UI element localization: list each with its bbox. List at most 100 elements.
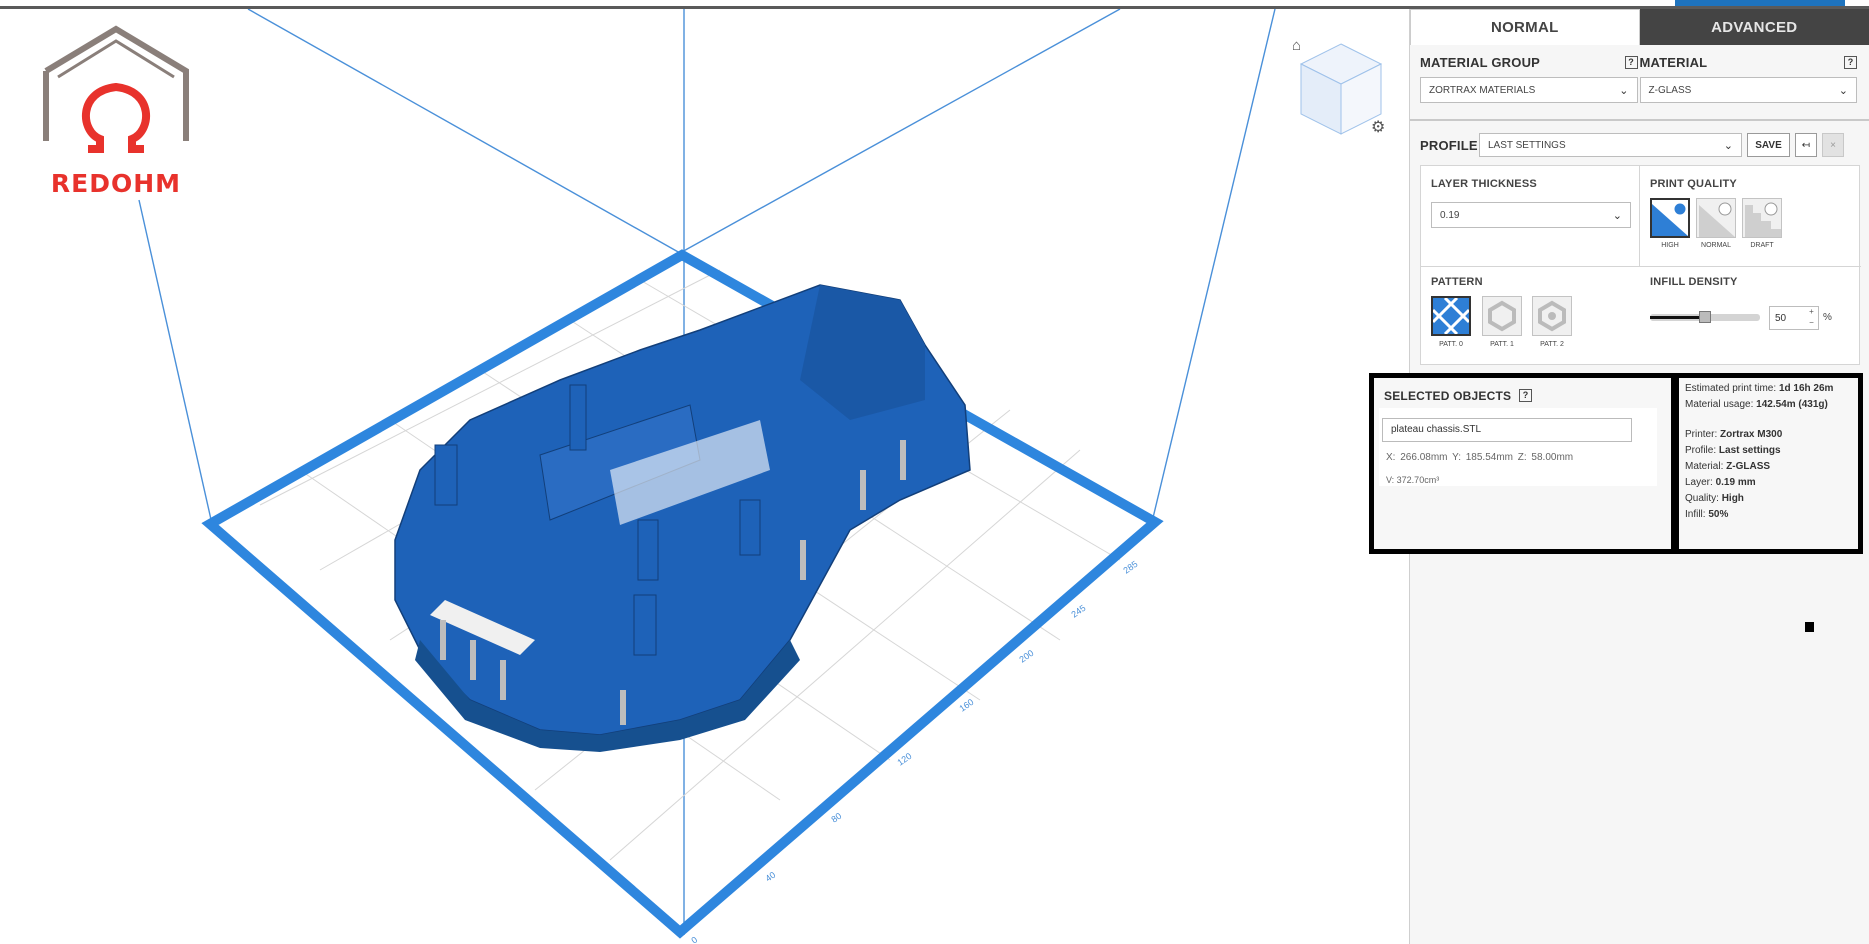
quality-draft-label: DRAFT [1750,242,1774,249]
undo-icon[interactable]: ↤ [1795,133,1817,157]
quality-summary-value: High [1721,493,1744,504]
infill-summary-value: 50% [1708,509,1729,520]
material-line: Material: Z-GLASS [1685,459,1855,475]
pattern-cell: PATTERN [1431,276,1483,288]
material-value: Z-GLASS [1648,84,1692,96]
profile-select[interactable]: LAST SETTINGS ⌄ [1479,133,1742,157]
build-volume-scene: 0 40 80 120 160 200 245 285 [138,9,1276,944]
gear-icon[interactable]: ⚙ [1371,117,1385,137]
profile-summary-label: Profile: [1685,445,1717,456]
selected-objects-title: SELECTED OBJECTS [1384,389,1512,403]
layer-thickness-select[interactable]: 0.19 ⌄ [1431,202,1631,228]
pattern-2-button[interactable] [1532,296,1572,336]
pattern-2-icon [1538,300,1566,332]
tab-normal[interactable]: NORMAL [1410,9,1640,45]
quality-normal-icon [1699,202,1735,237]
help-icon[interactable]: ? [1624,55,1638,69]
profile-value: LAST SETTINGS [1488,139,1566,151]
pattern-2-label: PATT. 2 [1540,341,1564,348]
pattern-label: PATTERN [1431,276,1483,288]
pattern-1-label: PATT. 1 [1490,341,1514,348]
material-column: MATERIAL ? Z-GLASS ⌄ [1639,53,1857,145]
axis-tick: 0 [689,935,699,944]
pattern-0-button[interactable] [1431,296,1471,336]
mode-tabs: NORMAL ADVANCED [1410,9,1869,45]
divider [1421,266,1861,267]
object-name-field[interactable]: plateau chassis.STL [1382,418,1632,442]
material-usage-value: 142.54m (431g) [1756,399,1828,410]
save-button[interactable]: SAVE [1747,133,1790,157]
infill-summary-label: Infill: [1685,509,1706,520]
quality-summary-label: Quality: [1685,493,1719,504]
chevron-down-icon: ⌄ [1838,84,1848,97]
close-icon[interactable]: × [1822,133,1844,157]
print-time-value: 1d 16h 26m [1778,383,1834,394]
material-summary-label: Material: [1685,461,1724,472]
layer-summary-label: Layer: [1685,477,1713,488]
infill-line: Infill: 50% [1685,507,1855,523]
printer-value: Zortrax M300 [1720,429,1783,440]
axis-tick: 160 [957,697,975,714]
layer-summary-value: 0.19 mm [1715,477,1756,488]
material-usage-line: Material usage: 142.54m (431g) [1685,397,1855,413]
material-select[interactable]: Z-GLASS ⌄ [1639,77,1857,103]
axis-tick: 80 [829,811,843,825]
3d-viewport[interactable]: 0 40 80 120 160 200 245 285 REDOHM ⌂ ⚙ [0,9,1409,944]
model-plateau-chassis [394,284,971,752]
printer-label: Printer: [1685,429,1718,440]
layer-thickness-value: 0.19 [1440,209,1460,221]
print-time-label: Estimated print time: [1685,383,1777,394]
chevron-down-icon: ⌄ [1723,139,1733,152]
increment-icon[interactable]: + [1807,307,1816,316]
chevron-down-icon: ⌄ [1612,209,1622,222]
axis-tick: 285 [1121,559,1139,576]
print-quality-cell: PRINT QUALITY [1650,178,1737,190]
top-bar [0,0,1869,9]
infill-slider-fill [1650,316,1705,319]
help-icon[interactable]: ? [1519,389,1532,402]
material-summary-value: Z-GLASS [1726,461,1771,472]
material-group-value: ZORTRAX MATERIALS [1429,84,1536,96]
profile-summary-value: Last settings [1718,445,1781,456]
profile-label: PROFILE [1420,137,1478,153]
axis-tick: 40 [763,870,777,884]
divider [1639,166,1640,266]
logo-text: REDOHM [50,169,182,198]
pattern-0-label: PATT. 0 [1439,341,1463,348]
help-icon[interactable]: ? [1844,55,1857,69]
selected-objects-box: SELECTED OBJECTS ? plateau chassis.STL X… [1369,373,1676,554]
pattern-1-button[interactable] [1482,296,1522,336]
quality-draft-button[interactable] [1742,198,1782,238]
infill-density-cell: INFILL DENSITY [1650,276,1738,288]
cursor-marker [1805,622,1814,632]
material-group-select[interactable]: ZORTRAX MATERIALS ⌄ [1420,77,1638,103]
layer-thickness-label: LAYER THICKNESS [1431,178,1537,190]
decrement-icon[interactable]: − [1807,318,1816,327]
quality-high-icon [1652,202,1688,236]
quality-high-button[interactable] [1650,198,1690,238]
material-usage-label: Material usage: [1685,399,1754,410]
print-quality-label: PRINT QUALITY [1650,178,1737,190]
quality-normal-label: NORMAL [1701,242,1731,249]
chevron-down-icon: ⌄ [1619,84,1629,97]
quality-normal-button[interactable] [1696,198,1736,238]
infill-slider-thumb[interactable] [1699,311,1711,323]
material-group-label: MATERIAL GROUP [1420,54,1541,70]
quality-draft-icon [1745,202,1781,237]
redohm-logo: REDOHM [36,21,194,199]
print-settings-card: LAYER THICKNESS 0.19 ⌄ PRINT QUALITY HIG… [1420,165,1861,365]
quality-high-label: HIGH [1661,242,1679,249]
axis-tick: 245 [1069,603,1087,620]
material-label: MATERIAL [1639,54,1708,70]
pattern-0-icon [1431,296,1471,336]
quality-line: Quality: High [1685,491,1855,507]
material-row: MATERIAL GROUP ? ZORTRAX MATERIALS ⌄ MAT… [1410,45,1869,145]
print-summary-box: Estimated print time: 1d 16h 26m Materia… [1674,373,1863,554]
top-bar-accent [1675,0,1845,6]
layer-line: Layer: 0.19 mm [1685,475,1855,491]
axis-tick: 120 [895,751,913,768]
infill-unit: % [1823,312,1832,323]
printer-line: Printer: Zortrax M300 [1685,427,1855,443]
axis-tick: 200 [1017,648,1035,665]
tab-advanced[interactable]: ADVANCED [1639,9,1869,45]
